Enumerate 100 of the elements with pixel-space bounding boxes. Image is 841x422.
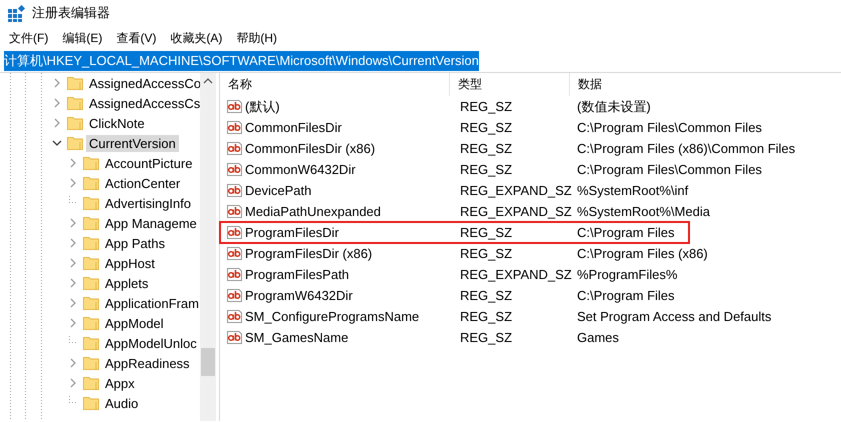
menu-item[interactable]: 帮助(H) [229,30,284,46]
vertical-scrollbar[interactable] [200,73,216,421]
menu-item[interactable]: 编辑(E) [55,30,110,46]
value-data: Games [577,330,619,345]
string-value-icon [226,183,243,198]
tree-item[interactable]: AppModel [102,314,167,332]
string-value-icon [226,309,243,324]
registry-editor-icon [8,4,26,22]
tree-item[interactable]: CurrentVersion [86,134,179,152]
tree-item[interactable]: App Paths [102,234,168,252]
value-name: MediaPathUnexpanded [244,204,381,219]
string-value-icon [226,162,243,177]
value-name: CommonFilesDir [244,120,342,135]
window-title: 注册表编辑器 [32,4,110,22]
value-data: %ProgramFiles% [577,267,678,282]
menu-item[interactable]: 查看(V) [109,30,164,46]
folder-icon [83,376,99,390]
value-name: ProgramFilesPath [244,267,350,282]
tree-item[interactable]: Audio [102,394,142,412]
column-header[interactable]: 类型 [450,73,570,96]
value-name: ProgramFilesDir [244,225,339,240]
value-name: SM_GamesName [244,330,348,345]
string-value-icon [226,267,243,282]
folder-icon [83,196,99,210]
value-type: REG_EXPAND_SZ [459,204,573,219]
folder-icon [83,256,99,270]
table-row[interactable]: DevicePath REG_EXPAND_SZ %SystemRoot%\inf [220,180,689,201]
menu-item[interactable]: 文件(F) [2,30,56,46]
value-name: DevicePath [244,183,312,198]
value-type: REG_SZ [459,162,514,177]
table-row[interactable]: SM_ConfigureProgramsName REG_SZ Set Program Access and Defaults [220,306,772,327]
table-row[interactable]: ProgramFilesDir (x86) REG_SZ C:\Program Files (x86) [220,243,708,264]
folder-icon [83,316,99,330]
folder-icon [83,356,99,370]
value-data: C:\Program Files\Common Files [577,162,762,177]
value-name: ProgramFilesDir (x86) [244,246,372,261]
value-data: C:\Program Files\Common Files [577,120,762,135]
folder-icon [67,116,83,130]
table-row[interactable]: CommonFilesDir REG_SZ C:\Program Files\Common Files [220,117,762,138]
value-type: REG_EXPAND_SZ [459,267,573,282]
table-row[interactable]: (默认) REG_SZ (数值未设置) [220,96,689,117]
string-value-icon [226,330,243,345]
tree-item[interactable]: AdvertisingInfo [102,194,194,212]
value-data: %SystemRoot%\Media [577,204,710,219]
column-header[interactable]: 名称 [220,73,450,96]
folder-icon [83,396,99,410]
value-type: REG_SZ [459,141,514,156]
folder-icon [83,236,99,250]
value-name: CommonFilesDir (x86) [244,141,376,156]
value-data: C:\Program Files (x86) [577,246,708,261]
tree-item[interactable]: ActionCenter [102,174,184,192]
value-type: REG_SZ [459,288,514,303]
value-name: CommonW6432Dir [244,162,356,177]
value-type: REG_EXPAND_SZ [459,183,573,198]
table-row[interactable]: ProgramFilesPath REG_EXPAND_SZ %ProgramFiles% [220,264,689,285]
value-name: SM_ConfigureProgramsName [244,309,420,324]
value-data: Set Program Access and Defaults [577,309,772,324]
address-bar[interactable]: 计算机\HKEY_LOCAL_MACHINE\SOFTWARE\Microsoft\Windows\CurrentVersion [4,51,479,71]
string-value-icon [226,120,243,135]
tree-item[interactable]: ClickNote [86,114,148,132]
tree-item[interactable]: AppReadiness [102,354,193,372]
highlighted-row[interactable]: ProgramFilesDir REG_SZ C:\Program Files [220,222,689,243]
tree-item[interactable]: ApplicationFram [102,294,200,312]
string-value-icon [226,141,243,156]
tree-item[interactable]: AppModelUnloc [102,334,200,352]
value-type: REG_SZ [459,99,514,114]
table-row[interactable]: CommonW6432Dir REG_SZ C:\Program Files\Common Files [220,159,762,180]
table-row[interactable]: CommonFilesDir (x86) REG_SZ C:\Program Files (x86)\Common Files [220,138,796,159]
tree-item[interactable]: Applets [102,274,152,292]
menu-item[interactable]: 收藏夹(A) [163,30,230,46]
value-data: C:\Program Files [577,288,675,303]
table-row[interactable]: ProgramW6432Dir REG_SZ C:\Program Files [220,285,689,306]
folder-icon [67,136,83,150]
folder-icon [67,76,83,90]
tree-item[interactable]: AssignedAccessCs [86,94,200,112]
folder-icon [83,296,99,310]
value-name: ProgramW6432Dir [244,288,353,303]
value-data: C:\Program Files (x86)\Common Files [577,141,796,156]
tree-item[interactable]: App Manageme [102,214,200,232]
string-value-icon [226,225,243,240]
folder-icon [83,216,99,230]
value-type: REG_SZ [459,225,514,240]
table-row[interactable]: MediaPathUnexpanded REG_EXPAND_SZ %SystemRoot%\Media [220,201,710,222]
value-type: REG_SZ [459,330,514,345]
folder-icon [83,156,99,170]
table-row[interactable]: SM_GamesName REG_SZ Games [220,327,689,348]
tree-item[interactable]: AppHost [102,254,158,272]
tree-item[interactable]: AccountPicture [102,154,196,172]
string-value-icon [226,288,243,303]
value-name: (默认) [244,98,280,116]
folder-icon [83,276,99,290]
string-value-icon [226,246,243,261]
value-type: REG_SZ [459,120,514,135]
value-data: (数值未设置) [577,98,651,116]
string-value-icon [226,99,243,114]
tree-item[interactable]: Appx [102,374,138,392]
column-header[interactable]: 数据 [570,73,840,96]
scrollbar-thumb[interactable] [201,348,215,376]
value-data: %SystemRoot%\inf [577,183,688,198]
folder-icon [83,176,99,190]
